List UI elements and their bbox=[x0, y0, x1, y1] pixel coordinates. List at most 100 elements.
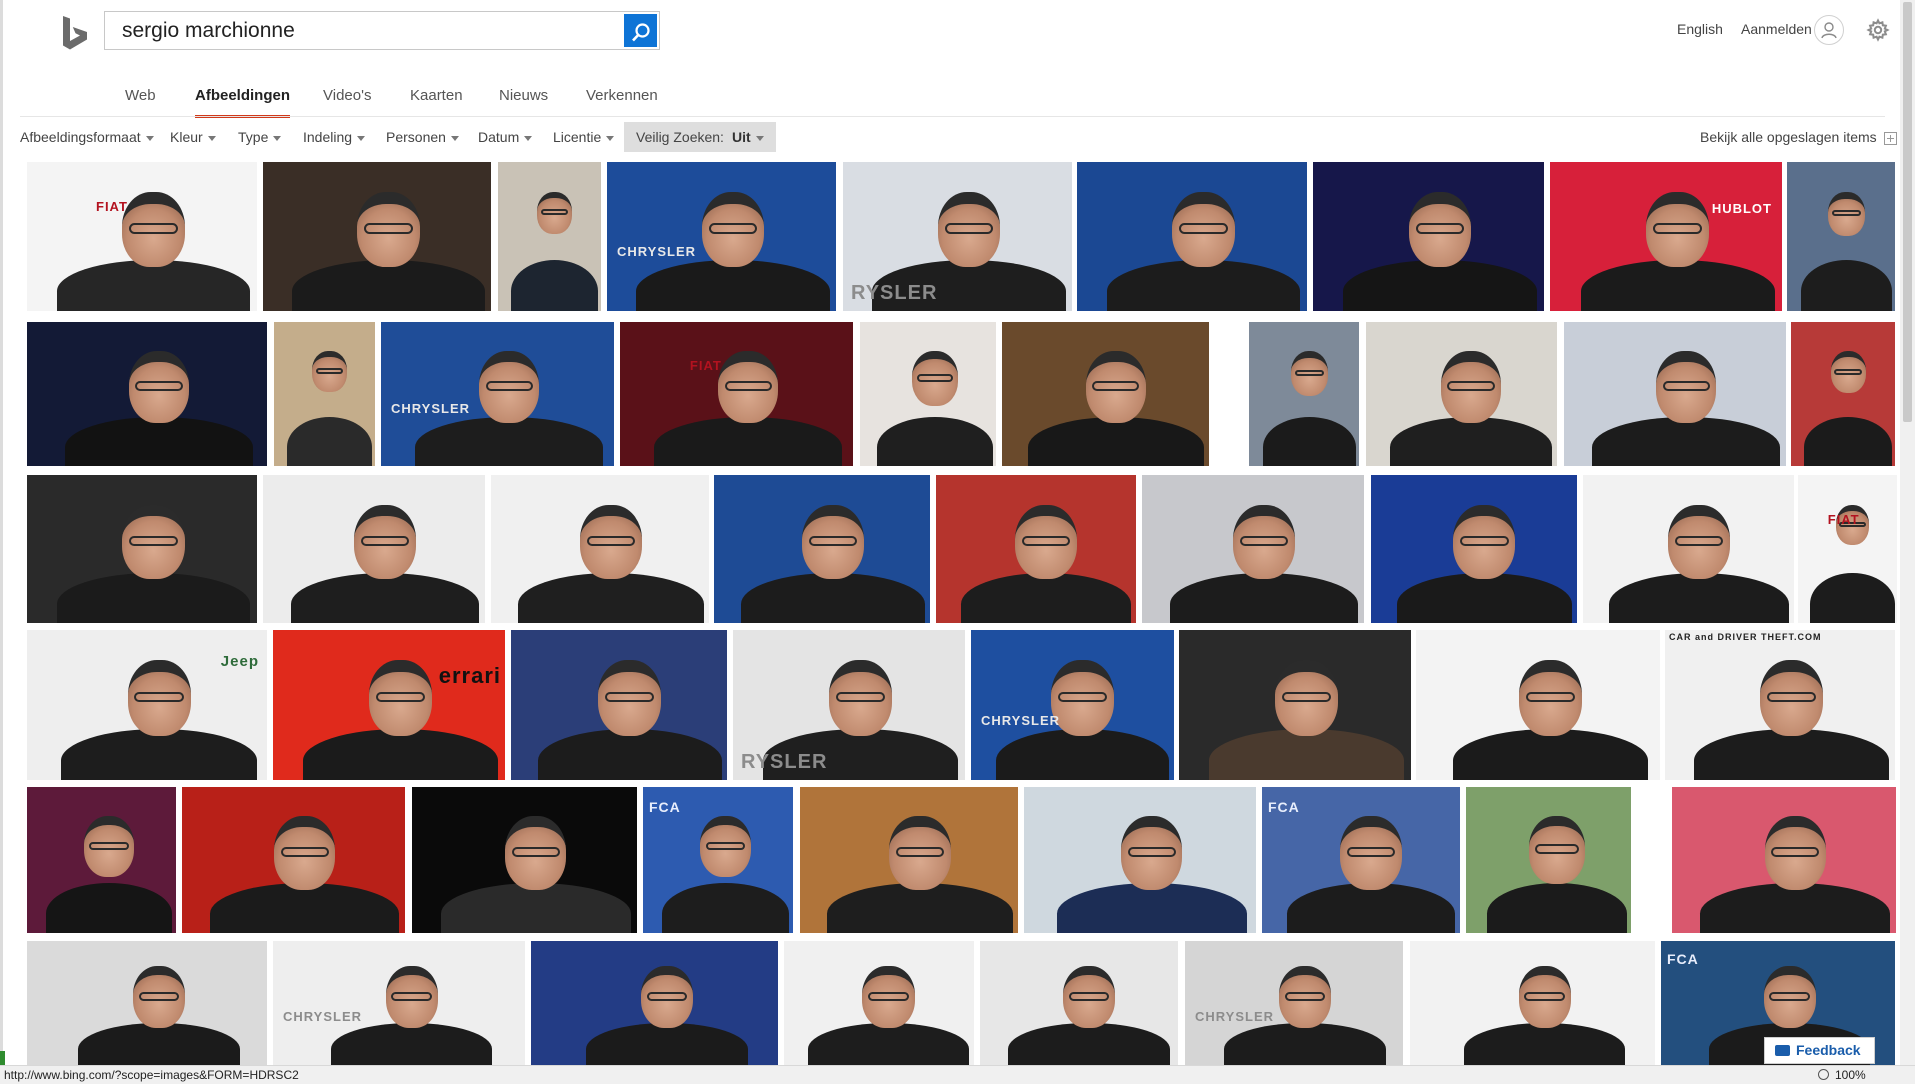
image-result[interactable]: FCA bbox=[643, 787, 793, 933]
photo-subject-body bbox=[209, 883, 400, 933]
image-result[interactable]: Jeep bbox=[27, 630, 267, 780]
image-overlay-text: CHRYSLER bbox=[1195, 1009, 1275, 1025]
image-result[interactable] bbox=[1583, 475, 1794, 623]
photo-subject-glasses bbox=[280, 847, 329, 858]
photo-subject-body bbox=[1810, 572, 1895, 623]
photo-subject-glasses bbox=[129, 535, 178, 547]
image-result[interactable] bbox=[531, 941, 778, 1065]
image-result[interactable] bbox=[1371, 475, 1577, 623]
image-result[interactable]: HUBLOT bbox=[1550, 162, 1782, 311]
tab-web[interactable]: Web bbox=[125, 85, 156, 115]
image-result[interactable] bbox=[498, 162, 601, 311]
image-result[interactable] bbox=[1466, 787, 1631, 933]
image-result[interactable] bbox=[800, 787, 1018, 933]
zoom-icon[interactable] bbox=[1818, 1069, 1829, 1080]
search-input[interactable] bbox=[105, 12, 625, 49]
image-result[interactable] bbox=[27, 475, 257, 623]
signin-link[interactable]: Aanmelden bbox=[1741, 21, 1812, 37]
tab-videos[interactable]: Video's bbox=[323, 85, 371, 115]
image-result[interactable]: FCA bbox=[1262, 787, 1460, 933]
saved-items-link[interactable]: Bekijk alle opgeslagen items bbox=[1700, 122, 1897, 152]
image-result[interactable] bbox=[1249, 322, 1359, 466]
image-result[interactable] bbox=[1672, 787, 1896, 933]
image-result[interactable] bbox=[27, 787, 176, 933]
tab-verkennen[interactable]: Verkennen bbox=[586, 85, 658, 115]
photo-subject-body bbox=[807, 1022, 970, 1065]
image-result[interactable] bbox=[714, 475, 930, 623]
image-result[interactable] bbox=[274, 322, 375, 466]
image-result[interactable] bbox=[263, 162, 491, 311]
photo-subject-glasses bbox=[1524, 992, 1566, 1001]
image-result[interactable] bbox=[936, 475, 1136, 623]
photo-subject-glasses bbox=[511, 847, 560, 858]
image-result[interactable] bbox=[1366, 322, 1557, 466]
image-results-grid: FIAT CHRYSLER RYSLER HUBLOT CHRYSLER FIAT FIAT… bbox=[0, 0, 1915, 1083]
image-result[interactable]: CHRYSLER bbox=[971, 630, 1174, 780]
photo-subject-body bbox=[1208, 729, 1405, 780]
image-result[interactable] bbox=[182, 787, 405, 933]
avatar[interactable] bbox=[1814, 15, 1844, 45]
filter-afbeeldingsformaat[interactable]: Afbeeldingsformaat bbox=[20, 122, 154, 152]
image-result[interactable] bbox=[1077, 162, 1307, 311]
image-result[interactable]: RYSLER bbox=[843, 162, 1072, 311]
image-result[interactable] bbox=[27, 941, 267, 1065]
image-result[interactable]: CHRYSLER bbox=[1185, 941, 1403, 1065]
image-result[interactable] bbox=[1791, 322, 1895, 466]
image-result[interactable] bbox=[511, 630, 727, 780]
image-overlay-text: RYSLER bbox=[851, 282, 938, 304]
photo-subject-body bbox=[330, 1022, 493, 1065]
filter-personen[interactable]: Personen bbox=[386, 122, 459, 152]
image-result[interactable] bbox=[1410, 941, 1655, 1065]
image-result[interactable]: errari bbox=[273, 630, 505, 780]
feedback-button[interactable]: Feedback bbox=[1764, 1037, 1875, 1064]
filter-type[interactable]: Type bbox=[238, 122, 282, 152]
image-result[interactable] bbox=[860, 322, 996, 466]
photo-subject-body bbox=[518, 572, 704, 623]
search-button[interactable] bbox=[624, 14, 657, 47]
image-result[interactable] bbox=[27, 322, 267, 466]
photo-subject-body bbox=[1056, 883, 1247, 933]
image-result[interactable]: FIAT bbox=[620, 322, 853, 466]
tab-afbeeldingen[interactable]: Afbeeldingen bbox=[195, 85, 291, 118]
scrollbar-thumb[interactable] bbox=[1903, 2, 1912, 422]
gear-icon[interactable] bbox=[1866, 18, 1890, 42]
image-result[interactable] bbox=[1142, 475, 1364, 623]
image-result[interactable]: FIAT bbox=[27, 162, 257, 311]
bing-logo-icon[interactable] bbox=[61, 16, 89, 50]
image-overlay-text: FIAT bbox=[1827, 512, 1860, 527]
photo-subject-body bbox=[1486, 883, 1627, 933]
image-result[interactable] bbox=[1564, 322, 1786, 466]
filter-licentie[interactable]: Licentie bbox=[553, 122, 615, 152]
image-overlay-text: errari bbox=[438, 663, 501, 688]
image-result[interactable] bbox=[491, 475, 709, 623]
image-result[interactable] bbox=[980, 941, 1178, 1065]
photo-subject-body bbox=[1389, 417, 1553, 466]
zoom-level[interactable]: 100% bbox=[1835, 1068, 1866, 1082]
image-result[interactable]: CHRYSLER bbox=[381, 322, 614, 466]
language-link[interactable]: English bbox=[1677, 21, 1723, 37]
filter-datum[interactable]: Datum bbox=[478, 122, 533, 152]
image-result[interactable] bbox=[412, 787, 637, 933]
photo-subject-body bbox=[827, 883, 1013, 933]
image-result[interactable] bbox=[1179, 630, 1411, 780]
tab-kaarten[interactable]: Kaarten bbox=[410, 85, 463, 115]
image-result[interactable] bbox=[784, 941, 974, 1065]
image-result[interactable]: CHRYSLER bbox=[607, 162, 836, 311]
image-result[interactable] bbox=[1313, 162, 1544, 311]
image-result[interactable] bbox=[1024, 787, 1256, 933]
image-result[interactable]: FIAT bbox=[1798, 475, 1897, 623]
tab-nieuws[interactable]: Nieuws bbox=[499, 85, 548, 115]
filter-kleur[interactable]: Kleur bbox=[170, 122, 216, 152]
image-result[interactable] bbox=[1002, 322, 1209, 466]
photo-subject-glasses bbox=[135, 381, 183, 392]
photo-subject-glasses bbox=[944, 223, 994, 234]
image-result[interactable]: RYSLER bbox=[733, 630, 965, 780]
filter-safe-search[interactable]: Veilig Zoeken: Uit bbox=[624, 122, 776, 152]
image-result[interactable] bbox=[263, 475, 485, 623]
image-result[interactable]: CAR and DRIVER THEFT.COM bbox=[1665, 630, 1895, 780]
photo-subject-body bbox=[45, 883, 173, 933]
image-result[interactable] bbox=[1787, 162, 1895, 311]
image-result[interactable] bbox=[1416, 630, 1660, 780]
image-result[interactable]: CHRYSLER bbox=[273, 941, 525, 1065]
filter-indeling[interactable]: Indeling bbox=[303, 122, 366, 152]
